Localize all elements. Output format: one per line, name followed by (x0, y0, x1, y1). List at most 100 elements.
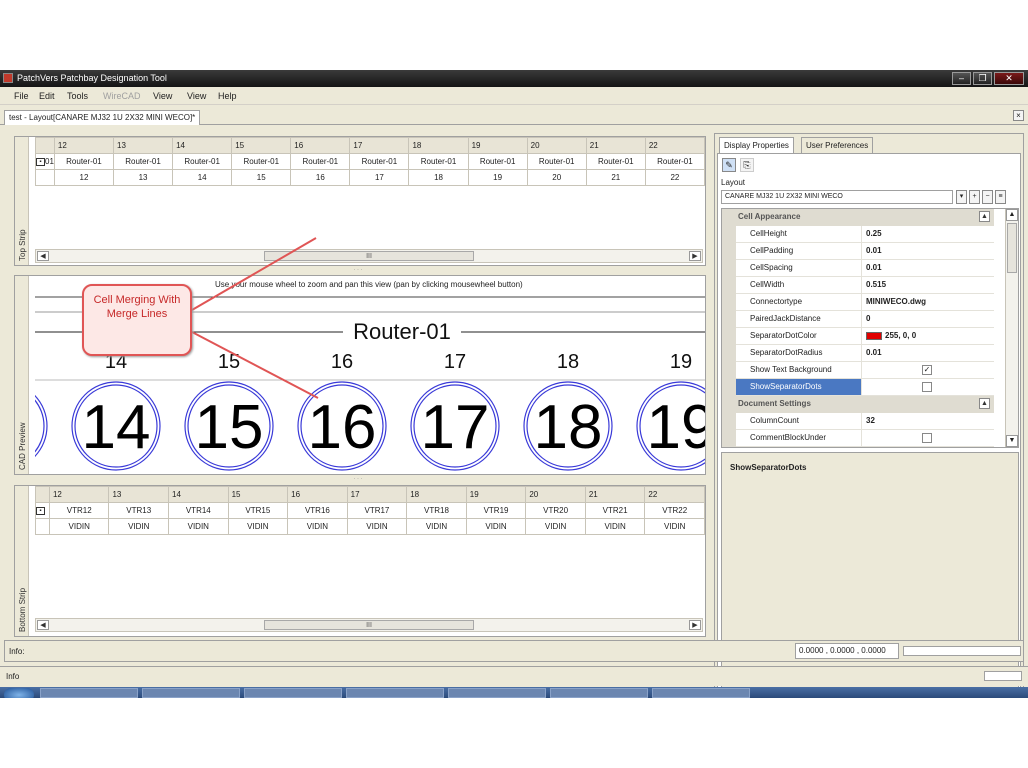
column-header[interactable]: 20 (525, 486, 586, 503)
scroll-left-arrow-icon[interactable]: ◀ (37, 620, 49, 630)
property-row[interactable]: ColumnCount 32 (722, 413, 994, 430)
bottom-strip-cell[interactable]: VTR17 (346, 502, 408, 519)
maximize-button[interactable]: ❐ (973, 72, 992, 85)
column-header[interactable]: 15 (227, 486, 289, 503)
bottom-strip-cell[interactable]: VIDIN (406, 518, 467, 535)
property-grid[interactable]: Cell Appearance ▲ CellHeight 0.25 CellPadd… (721, 208, 1019, 448)
column-header[interactable]: 21 (584, 486, 646, 503)
bottom-strip-cell[interactable]: VIDIN (287, 518, 348, 535)
property-value[interactable]: 0.01 (862, 345, 994, 362)
collapse-icon[interactable]: ▲ (979, 398, 990, 409)
layout-select[interactable]: CANARE MJ32 1U 2X32 MINI WECO (721, 190, 953, 204)
scroll-thumb[interactable]: III (264, 620, 474, 630)
property-value[interactable] (862, 430, 994, 447)
row-expand-icon[interactable]: ▪ (36, 506, 45, 515)
property-row[interactable]: CellHeight 0.25 (722, 226, 994, 243)
checked-box-icon[interactable]: ✓ (922, 365, 932, 375)
column-header[interactable]: 18 (406, 486, 467, 503)
bottom-strip-cell[interactable]: VIDIN (584, 518, 646, 535)
property-pages-icon[interactable]: ⎘ (740, 158, 754, 172)
taskbar-button[interactable] (244, 688, 342, 698)
bottom-strip-cell[interactable]: VTR19 (465, 502, 527, 519)
property-value[interactable] (862, 379, 994, 396)
property-row[interactable]: PairedJackDistance 0 (722, 311, 994, 328)
unchecked-box-icon[interactable] (922, 433, 932, 443)
property-value[interactable]: MINIWECO.dwg (862, 294, 994, 311)
bottom-strip-cell[interactable]: VIDIN (227, 518, 289, 535)
category-cell-appearance[interactable]: Cell Appearance ▲ (722, 209, 994, 226)
property-value[interactable]: 255, 0, 0 (862, 328, 994, 345)
minimize-button[interactable]: – (952, 72, 971, 85)
column-header[interactable]: 16 (287, 486, 348, 503)
bottom-strip-cell[interactable]: VTR16 (287, 502, 348, 519)
remove-layout-button[interactable]: − (982, 190, 993, 204)
bottom-strip-scrollbar[interactable]: ◀ III ▶ (35, 618, 703, 632)
taskbar-button[interactable] (448, 688, 546, 698)
row-header-cell[interactable]: ▪ (35, 502, 50, 519)
start-button[interactable] (4, 688, 34, 698)
bottom-strip-cell[interactable]: VIDIN (48, 518, 110, 535)
categorized-view-icon[interactable]: ✎ (722, 158, 736, 172)
column-header[interactable]: 22 (644, 486, 705, 503)
column-header[interactable]: 19 (465, 486, 527, 503)
add-layout-button[interactable]: + (969, 190, 980, 204)
property-value[interactable]: 0.01 (862, 243, 994, 260)
bottom-strip-cell[interactable]: VIDIN (346, 518, 408, 535)
property-row[interactable]: SeparatorDotColor 255, 0, 0 (722, 328, 994, 345)
tab-display-properties[interactable]: Display Properties (719, 137, 794, 153)
category-document-settings[interactable]: Document Settings ▲ (722, 396, 994, 413)
property-row[interactable]: ShowSeparatorDots (722, 379, 994, 396)
column-header[interactable]: 17 (346, 486, 408, 503)
row-header-cell[interactable] (35, 518, 50, 535)
property-value[interactable] (862, 447, 994, 448)
property-row[interactable]: Connectortype MINIWECO.dwg (722, 294, 994, 311)
close-button[interactable]: ✕ (994, 72, 1024, 85)
bottom-strip-cell[interactable]: VIDIN (465, 518, 527, 535)
bottom-strip-cell[interactable]: VTR14 (168, 502, 229, 519)
layout-dropdown-icon[interactable]: ▾ (956, 190, 967, 204)
property-value[interactable]: 0.01 (862, 260, 994, 277)
bottom-strip-cell[interactable]: VTR21 (584, 502, 646, 519)
bottom-strip-cell[interactable]: VTR18 (406, 502, 467, 519)
bottom-strip-cell[interactable]: VTR13 (108, 502, 170, 519)
property-value[interactable]: 32 (862, 413, 994, 430)
property-row[interactable]: CellSpacing 0.01 (722, 260, 994, 277)
scroll-thumb[interactable] (1007, 223, 1017, 273)
taskbar-button[interactable] (652, 688, 750, 698)
property-row[interactable]: CellWidth 0.515 (722, 277, 994, 294)
bottom-strip-cell[interactable]: VIDIN (108, 518, 170, 535)
column-header[interactable]: 14 (168, 486, 229, 503)
scroll-up-arrow-icon[interactable]: ▲ (1006, 209, 1018, 221)
tab-user-preferences[interactable]: User Preferences (801, 137, 874, 153)
property-row[interactable]: Show Text Background ✓ (722, 362, 994, 379)
document-close-button[interactable]: × (1013, 110, 1024, 121)
property-row[interactable]: CommentBlockUnder (722, 430, 994, 447)
bottom-strip-cell[interactable]: VTR22 (644, 502, 705, 519)
taskbar-button[interactable] (550, 688, 648, 698)
scroll-down-arrow-icon[interactable]: ▼ (1006, 435, 1018, 447)
taskbar-button[interactable] (142, 688, 240, 698)
bottom-strip-cell[interactable]: VTR15 (227, 502, 289, 519)
layout-menu-button[interactable]: ≡ (995, 190, 1006, 204)
column-header[interactable]: 12 (48, 486, 110, 503)
property-value[interactable]: 0.25 (862, 226, 994, 243)
property-row[interactable]: CellPadding 0.01 (722, 243, 994, 260)
collapse-icon[interactable]: ▲ (979, 211, 990, 222)
scroll-right-arrow-icon[interactable]: ▶ (689, 620, 701, 630)
bottom-strip-cell[interactable]: VTR12 (48, 502, 110, 519)
splitter-handle-2[interactable]: · · · (6, 476, 710, 483)
taskbar-button[interactable] (346, 688, 444, 698)
property-value[interactable]: 0.515 (862, 277, 994, 294)
bottom-strip-cell[interactable]: VIDIN (168, 518, 229, 535)
taskbar-button[interactable] (40, 688, 138, 698)
unchecked-box-icon[interactable] (922, 382, 932, 392)
bottom-strip-cell[interactable]: VIDIN (525, 518, 586, 535)
property-grid-scrollbar[interactable]: ▲ ▼ (1005, 209, 1018, 447)
property-row[interactable]: SeparatorDotRadius 0.01 (722, 345, 994, 362)
bottom-strip-cell[interactable]: VIDIN (644, 518, 705, 535)
property-row[interactable]: CommentShow (722, 447, 994, 448)
property-value[interactable]: ✓ (862, 362, 994, 379)
bottom-strip-cell[interactable]: VTR20 (525, 502, 586, 519)
property-value[interactable]: 0 (862, 311, 994, 328)
column-header[interactable]: 13 (108, 486, 170, 503)
